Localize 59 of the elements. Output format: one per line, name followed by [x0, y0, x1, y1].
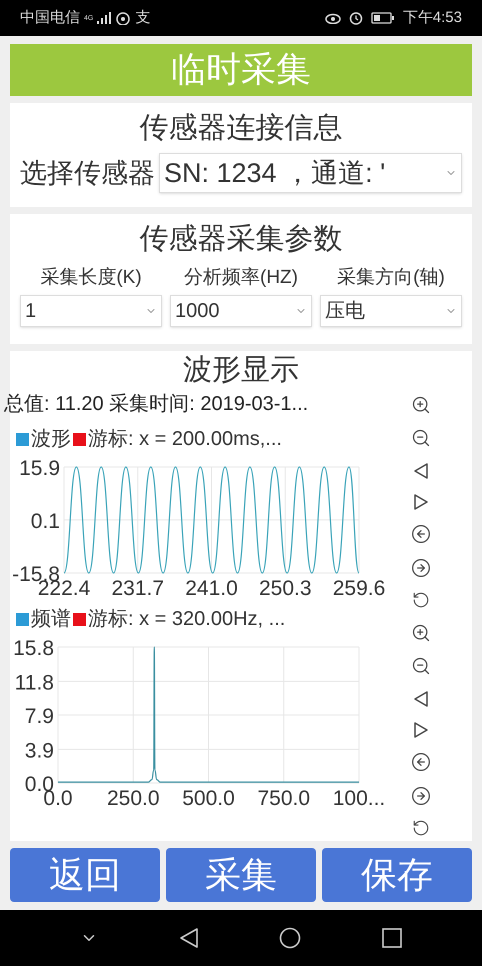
- battery-icon: [370, 12, 395, 24]
- legend-label: 频谱: [31, 607, 71, 632]
- y-tick-label: 7.9: [24, 705, 54, 728]
- notification-glyph: 支: [135, 8, 150, 28]
- field-label: 分析频率(HZ): [183, 266, 299, 290]
- triangle-right-icon[interactable]: [413, 492, 429, 511]
- x-tick-label: 231.7: [111, 577, 164, 599]
- triangle-right-icon[interactable]: [413, 720, 429, 739]
- dropdown-select[interactable]: 1000: [170, 294, 312, 326]
- legend-label: 游标: x = 320.00Hz, ...: [88, 607, 286, 632]
- dropdown-select[interactable]: 压电: [320, 294, 462, 326]
- legend-label: 波形: [31, 427, 71, 452]
- action-button[interactable]: 采集: [166, 848, 316, 902]
- x-tick-label: 750.0: [257, 787, 310, 809]
- field-label: 选择传感器: [20, 157, 155, 190]
- summary-text: 总值: 11.20 采集时间: 2019-03-1...: [4, 392, 310, 417]
- clock-time: 下午4:53: [402, 8, 462, 28]
- home-icon[interactable]: [279, 927, 302, 949]
- triangle-left-icon[interactable]: [413, 690, 429, 708]
- x-tick-label: 241.0: [185, 577, 238, 599]
- dropdown-select[interactable]: 1: [20, 294, 162, 326]
- x-tick-label: 250.0: [106, 787, 160, 809]
- circle-arrow-left-icon[interactable]: [411, 524, 431, 544]
- y-tick-label: 3.9: [24, 739, 54, 762]
- carrier-name: 中国电信: [20, 8, 80, 28]
- recents-icon[interactable]: [382, 928, 402, 948]
- section-title: 波形显示: [182, 353, 300, 388]
- section-title: 传感器连接信息: [140, 111, 342, 146]
- dropdown-select[interactable]: SN: 1234 ，通道: ': [159, 153, 462, 194]
- zoom-in-icon[interactable]: [411, 623, 431, 643]
- x-tick-label: 500.0: [182, 787, 235, 809]
- zoom-out-icon[interactable]: [411, 656, 431, 676]
- reset-icon[interactable]: [412, 818, 430, 837]
- y-tick-label: 15.9: [19, 459, 60, 480]
- zoom-out-icon[interactable]: [411, 428, 431, 448]
- circle-arrow-left-icon[interactable]: [411, 752, 431, 772]
- y-tick-label: 0.1: [30, 510, 60, 533]
- x-tick-label: 250.3: [258, 577, 312, 599]
- x-tick-label: 259.6: [332, 577, 386, 599]
- zoom-in-icon[interactable]: [411, 395, 431, 415]
- hotspot-icon: [115, 11, 132, 25]
- eye-icon: [324, 12, 341, 24]
- field-label: 采集长度(K): [39, 266, 143, 290]
- reset-icon[interactable]: [412, 590, 430, 609]
- action-button[interactable]: 保存: [322, 848, 472, 902]
- signal-icon: [97, 12, 112, 24]
- legend-label: 游标: x = 200.00ms,...: [88, 427, 282, 452]
- x-tick-label: 100...: [332, 787, 386, 809]
- page-title-bar: 临时采集: [10, 44, 472, 96]
- field-label: 采集方向(轴): [336, 266, 446, 290]
- back-icon[interactable]: [178, 927, 199, 949]
- y-tick-label: 11.8: [14, 671, 54, 694]
- section-title: 传感器采集参数: [140, 222, 342, 257]
- circle-arrow-right-icon[interactable]: [411, 786, 431, 806]
- alarm-icon: [348, 11, 363, 25]
- y-tick-label: 15.8: [13, 639, 54, 660]
- action-button[interactable]: 返回: [10, 848, 160, 902]
- circle-arrow-right-icon[interactable]: [411, 558, 431, 578]
- triangle-left-icon[interactable]: [413, 462, 429, 480]
